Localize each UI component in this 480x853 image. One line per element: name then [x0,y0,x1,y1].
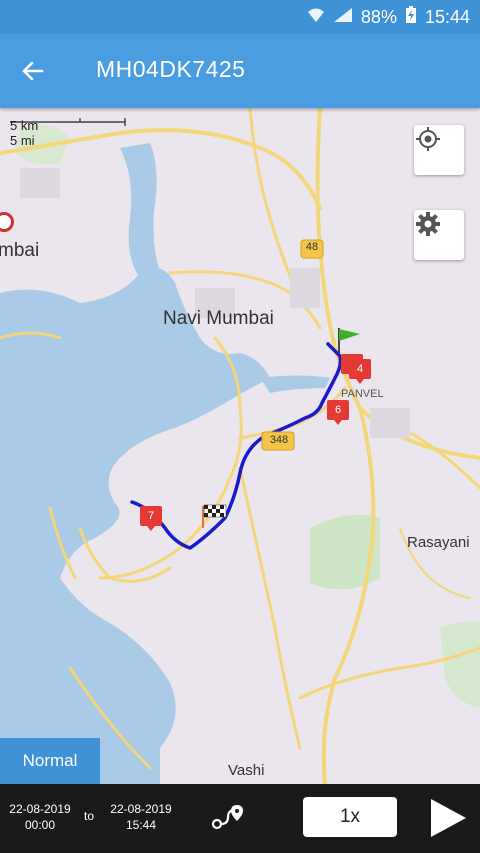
signal-icon [333,7,353,28]
playback-bar: 22-08-2019 00:00 to 22-08-2019 15:44 1x [0,784,480,853]
map-scale: 5 km 5 mi [10,118,126,148]
crosshair-icon [416,127,440,151]
from-datetime[interactable]: 22-08-2019 00:00 [6,801,74,833]
wifi-icon [307,7,325,28]
stop-marker-4[interactable]: 4 [349,359,371,384]
back-arrow-icon[interactable] [18,56,48,86]
map-label-panvel: PANVEL [341,388,384,400]
status-bar: 88% 15:44 [0,0,480,34]
road-label-48: 48 [305,241,319,253]
map-label-navi-mumbai: Navi Mumbai [163,308,274,329]
vehicle-title: MH04DK7425 [96,56,246,82]
map-type-button[interactable]: Normal [0,738,100,784]
to-date: 22-08-2019 [110,802,172,816]
scale-mi-label: 5 mi [10,133,35,148]
to-time: 15:44 [125,818,157,832]
battery-charging-icon [405,6,417,29]
stop-marker-6[interactable]: 6 [327,400,349,425]
clock: 15:44 [424,7,470,27]
from-time: 00:00 [24,818,56,832]
my-location-button[interactable] [414,125,464,175]
map-label-vashi: Vashi [228,762,265,779]
map-label-mumbai: mbai [0,240,40,261]
app-bar: MH04DK7425 [0,34,480,108]
battery-percent: 88% [360,7,397,27]
map-label-rasayani: Rasayani [407,534,470,551]
gear-icon [416,212,440,236]
stop-marker-7[interactable]: 7 [140,506,162,531]
play-icon[interactable] [428,797,468,844]
settings-button[interactable] [414,210,464,260]
playback-speed-button[interactable]: 1x [303,797,397,837]
to-datetime[interactable]: 22-08-2019 15:44 [107,801,175,833]
road-label-348: 348 [269,434,289,446]
to-label: to [84,809,95,823]
route-icon[interactable] [210,804,246,837]
map-view[interactable]: 48 348 5 km 5 mi mbai Navi Mumbai PANVEL… [0,108,480,784]
scale-bar [10,118,126,126]
from-date: 22-08-2019 [9,802,71,816]
map-canvas [0,108,480,784]
